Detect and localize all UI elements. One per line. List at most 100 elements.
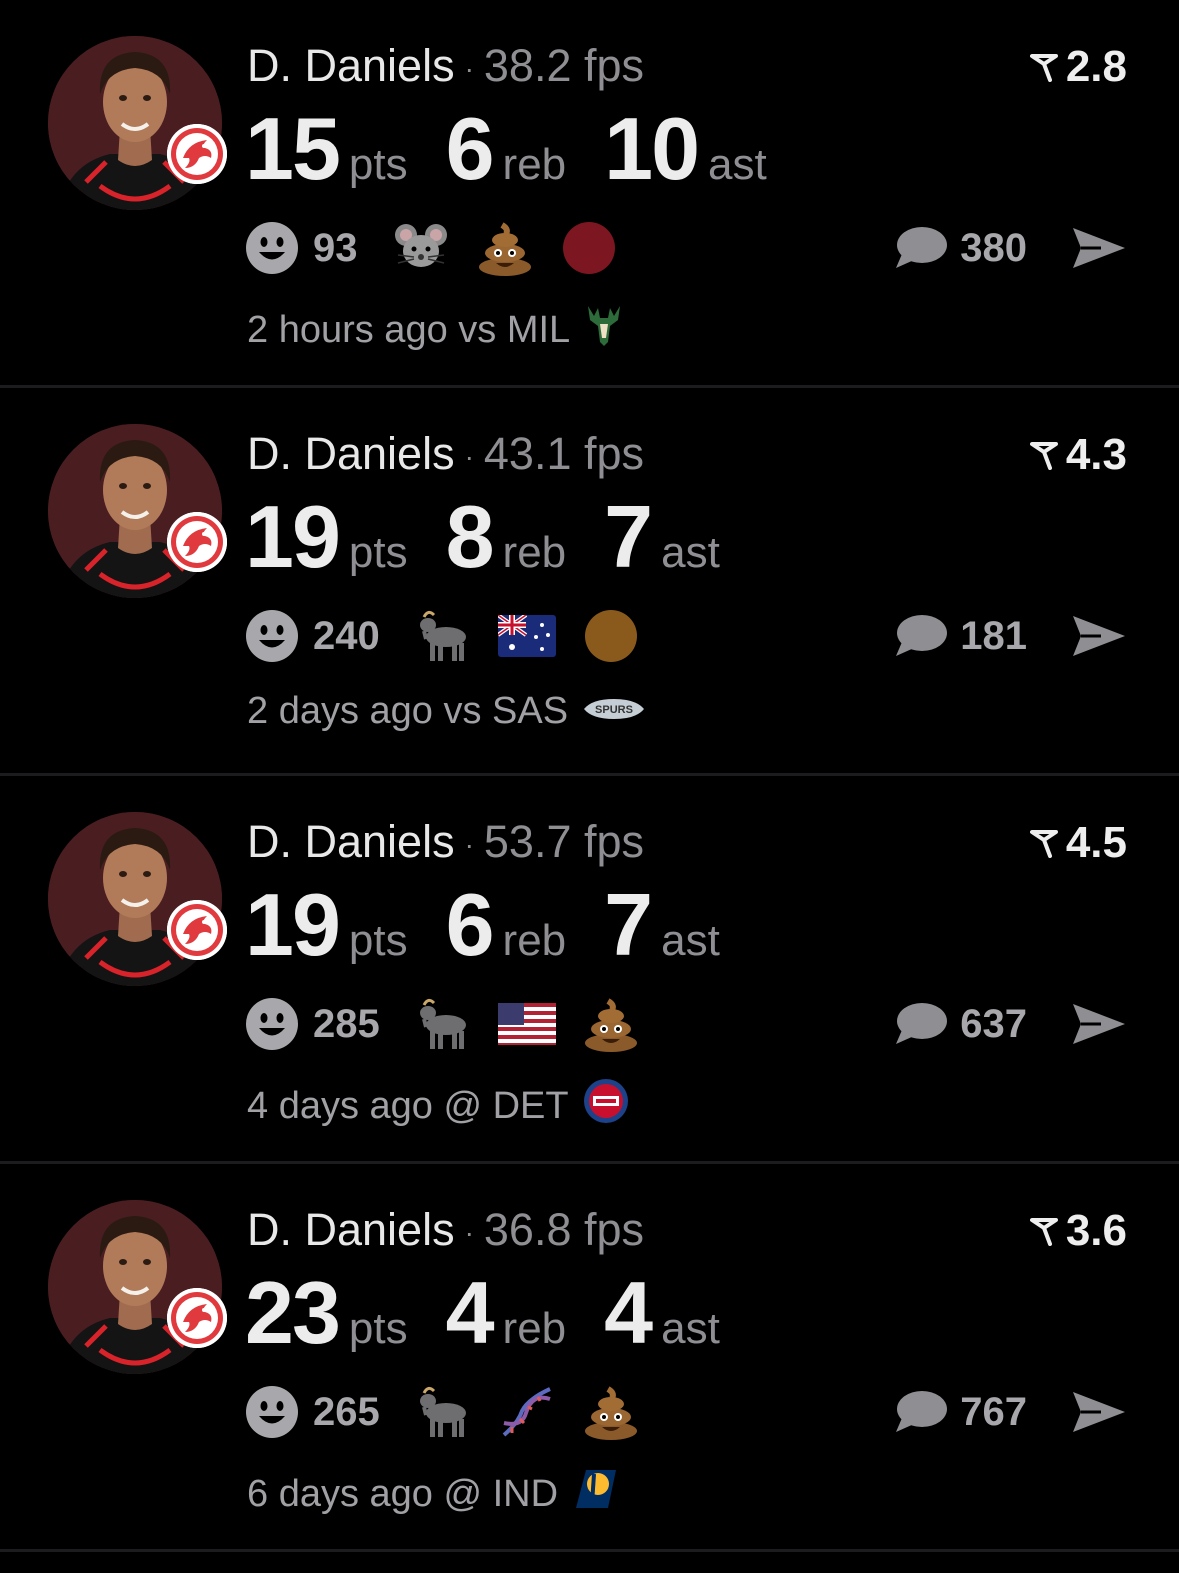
pistons-logo [583,1079,628,1123]
feed-card[interactable]: D. Daniels · 43.1 fps 4.3 19 pts 8 reb 7 ast 24… [0,388,1179,776]
feed-card[interactable]: D. Daniels · 53.7 fps 4.5 19 pts 6 reb 7 ast 28… [0,776,1179,1164]
feed-card[interactable]: D. Daniels · 38.2 fps 2.8 15 pts 6 reb 10 ast 9… [0,0,1179,388]
stat-unit: reb [502,528,567,577]
share-icon[interactable] [1071,1000,1127,1048]
fantasy-points: 36.8 fps [483,1204,645,1255]
score-value: 4.3 [1065,430,1127,479]
player-name[interactable]: D. Daniels [247,1204,455,1255]
game-info: 2 hours ago vs MIL [247,302,624,358]
separator: · [464,441,474,473]
score-flag-icon [1029,1218,1058,1246]
reactions-row: 285 [245,996,666,1052]
stat-unit: ast [661,528,720,577]
fantasy-points: 43.1 fps [483,428,645,479]
player-line: D. Daniels · 43.1 fps [247,428,644,480]
score-value: 4.5 [1065,818,1127,867]
dna-emoji[interactable] [498,1383,556,1441]
mouse-emoji[interactable] [392,219,450,277]
score-badge: 4.3 [1029,430,1127,480]
score-value: 2.8 [1065,42,1127,91]
comment-count: 637 [960,1001,1027,1046]
smile-icon[interactable] [245,609,299,663]
comment-icon[interactable] [892,1388,948,1436]
score-flag-icon [1029,830,1058,858]
stat-value: 19 [245,875,341,974]
stat-value: 4 [604,1263,653,1362]
poop-emoji[interactable] [582,995,640,1053]
smile-icon[interactable] [245,997,299,1051]
share-icon[interactable] [1071,224,1127,272]
player-name[interactable]: D. Daniels [247,428,455,479]
divider [0,1549,1179,1552]
australia-flag-emoji[interactable] [497,607,556,665]
separator: · [464,1217,474,1249]
fantasy-points: 38.2 fps [483,40,645,91]
stat-value: 8 [445,487,495,586]
player-name[interactable]: D. Daniels [247,816,455,867]
stat-unit: pts [348,528,408,577]
stat-unit: pts [348,916,408,965]
score-flag-icon [1029,54,1058,82]
separator: · [464,829,474,861]
score-flag-icon [1029,442,1058,470]
actions-row: 380 [892,220,1127,276]
stat-unit: reb [502,1304,567,1353]
score-value: 3.6 [1065,1206,1127,1255]
fantasy-points: 53.7 fps [483,816,645,867]
stat-unit: ast [661,1304,720,1353]
comment-icon[interactable] [892,612,948,660]
svg-text:SPURS: SPURS [595,704,633,716]
score-badge: 4.5 [1029,818,1127,868]
goat-emoji[interactable] [414,995,472,1053]
stat-value: 23 [245,1263,341,1362]
reaction-count: 93 [313,225,358,270]
hawks-logo [167,124,227,184]
stat-unit: reb [502,140,567,189]
stat-value: 6 [445,99,495,198]
comment-count: 767 [960,1389,1027,1434]
pacers-logo [576,1470,617,1508]
player-name[interactable]: D. Daniels [247,40,455,91]
stat-unit: pts [348,140,408,189]
reactions-row: 93 [245,220,644,276]
reactions-row: 240 [245,608,666,664]
game-time-opponent[interactable]: 6 days ago @ IND [247,1473,558,1516]
smile-icon[interactable] [245,221,299,275]
usa-flag-emoji[interactable] [497,995,556,1053]
stat-value: 7 [604,875,653,974]
actions-row: 181 [892,608,1127,664]
game-info: 6 days ago @ IND [247,1466,620,1522]
bucks-logo [588,306,621,346]
game-time-opponent[interactable]: 2 hours ago vs MIL [247,309,570,352]
game-info: 2 days ago vs SAS SPURS [247,690,646,733]
comment-icon[interactable] [892,224,948,272]
goat-emoji[interactable] [414,1383,472,1441]
stat-line: 19 pts 6 reb 7 ast [245,874,758,976]
reaction-count: 240 [313,613,380,658]
red-circle-emoji[interactable] [560,219,618,277]
hawks-logo [167,512,227,572]
stat-value: 15 [245,99,341,198]
brown-circle-emoji[interactable] [582,607,640,665]
hawks-logo [167,1288,227,1348]
share-icon[interactable] [1071,1388,1127,1436]
separator: · [464,53,474,85]
goat-emoji[interactable] [414,607,472,665]
game-time-opponent[interactable]: 2 days ago vs SAS [247,690,568,733]
hawks-logo [167,900,227,960]
comment-icon[interactable] [892,1000,948,1048]
player-line: D. Daniels · 36.8 fps [247,1204,644,1256]
score-badge: 3.6 [1029,1206,1127,1256]
share-icon[interactable] [1071,612,1127,660]
game-time-opponent[interactable]: 4 days ago @ DET [247,1085,569,1128]
stat-value: 10 [604,99,700,198]
stat-value: 4 [445,1263,495,1362]
feed-card[interactable]: D. Daniels · 36.8 fps 3.6 23 pts 4 reb 4 ast 26… [0,1164,1179,1552]
stat-line: 15 pts 6 reb 10 ast [245,98,805,200]
stat-unit: reb [502,916,567,965]
poop-emoji[interactable] [582,1383,640,1441]
player-line: D. Daniels · 38.2 fps [247,40,644,92]
poop-emoji[interactable] [476,219,534,277]
stat-value: 7 [604,487,653,586]
smile-icon[interactable] [245,1385,299,1439]
